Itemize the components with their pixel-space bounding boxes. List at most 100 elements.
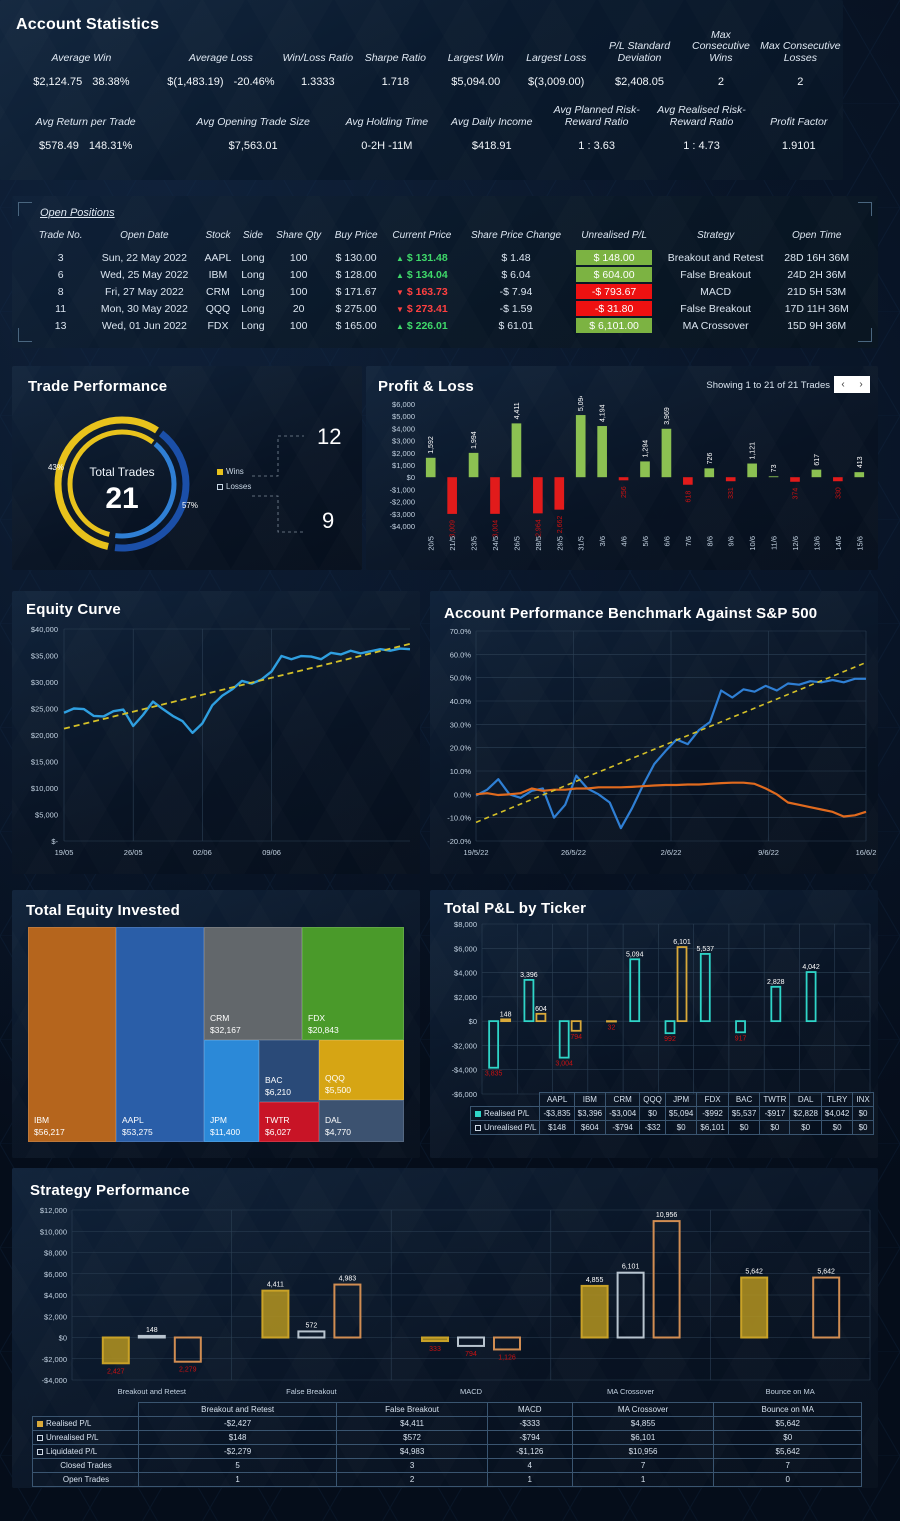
treemap-cell-jpm[interactable]: JPM $11,400: [204, 1040, 259, 1142]
x-tick-label: 15/6: [855, 536, 864, 551]
y-tick-label: $10,000: [40, 1227, 67, 1236]
table-row[interactable]: 11 Mon, 30 May 2022 QQQ Long 20 $ 275.00 ▼ $ 2…: [32, 300, 858, 317]
stat-cell-sharpe-ratio: Sharpe Ratio 1.718: [357, 40, 435, 88]
equity-curve-chart[interactable]: $40,000 $35,000 $30,000 $25,000 $20,000 $15,0…: [12, 619, 420, 871]
table-row[interactable]: 13 Wed, 01 Jun 2022 FDX Long 100 $ 165.00 ▲ $ …: [32, 317, 858, 334]
strategy-performance-chart[interactable]: $12,000 $10,000 $8,000 $6,000 $4,000 $2,000 $0…: [12, 1200, 878, 1400]
treemap-cell-twtr[interactable]: TWTR $6,027: [259, 1102, 319, 1142]
table-cell: $0: [713, 1430, 862, 1445]
bar-value-label: 4,411: [267, 1282, 284, 1289]
bar[interactable]: [447, 477, 457, 514]
bar[interactable]: [457, 1336, 485, 1347]
bar[interactable]: [725, 477, 736, 482]
bar[interactable]: [511, 423, 522, 478]
bar[interactable]: [676, 946, 688, 1023]
bar[interactable]: [616, 1271, 645, 1339]
bar[interactable]: [735, 1020, 746, 1034]
column-header: Unrealised P/L: [581, 230, 647, 241]
bar[interactable]: [740, 1276, 769, 1339]
treemap-cell-qqq[interactable]: QQQ $5,500: [319, 1040, 404, 1100]
bar[interactable]: [833, 477, 843, 482]
table-cell: -$2,427: [137, 1416, 338, 1431]
pager-prev-button[interactable]: ‹: [834, 376, 852, 393]
legend-item-wins[interactable]: Wins: [217, 467, 251, 476]
bar[interactable]: [683, 477, 693, 485]
bar[interactable]: [812, 1276, 841, 1339]
bar[interactable]: [854, 472, 865, 478]
bar[interactable]: [173, 1336, 202, 1363]
bar-value-label: 5,642: [745, 1269, 763, 1276]
bar[interactable]: [597, 426, 607, 478]
trade-performance-donut[interactable]: 43% 57% Total Trades 21: [42, 404, 202, 564]
cell-trade-no: 11: [55, 302, 67, 315]
bar[interactable]: [770, 985, 782, 1023]
row-header: Unrealised P/L: [32, 1430, 139, 1445]
treemap-cell-crm[interactable]: CRM $32,167: [204, 927, 302, 1040]
ticker-column-header: FDX: [696, 1092, 729, 1107]
table-row[interactable]: 8 Fri, 27 May 2022 CRM Long 100 $ 171.67 ▼ $ 1…: [32, 283, 858, 300]
bar[interactable]: [790, 477, 800, 482]
bar[interactable]: [811, 469, 822, 478]
bar[interactable]: [333, 1283, 362, 1339]
bar[interactable]: [699, 953, 711, 1023]
bar[interactable]: [101, 1336, 130, 1365]
bar[interactable]: [580, 1284, 609, 1339]
table-cell: $10,956: [571, 1444, 715, 1459]
treemap-cell-fdx[interactable]: FDX $20,843: [302, 927, 404, 1040]
bar[interactable]: [570, 1020, 582, 1032]
arrow-down-icon: ▼: [396, 287, 404, 297]
stat-label: Avg Opening Trade Size: [196, 115, 310, 128]
bar[interactable]: [468, 452, 479, 478]
bar[interactable]: [261, 1289, 290, 1339]
y-tick-label: 60.0%: [450, 650, 472, 659]
bar[interactable]: [425, 457, 436, 478]
bar[interactable]: [490, 477, 500, 514]
legend-item-losses[interactable]: Losses: [217, 482, 251, 491]
bar-value-label: 148: [500, 1011, 512, 1018]
profit-loss-pager[interactable]: ‹ ›: [834, 376, 870, 393]
bar[interactable]: [768, 476, 779, 478]
pager-next-button[interactable]: ›: [852, 376, 870, 393]
bar[interactable]: [488, 1020, 500, 1069]
treemap-cell-bac[interactable]: BAC $6,210: [259, 1040, 319, 1102]
cell-open-date: Wed, 01 Jun 2022: [101, 319, 187, 332]
treemap-cell-ibm[interactable]: IBM $56,217: [28, 927, 116, 1142]
table-cell: 7: [571, 1458, 715, 1473]
treemap-chart[interactable]: IBM $56,217 AAPL $53,275 CRM $32,167 FDX $20,84…: [28, 927, 404, 1142]
bar[interactable]: [575, 415, 586, 478]
bar[interactable]: [500, 1018, 512, 1023]
treemap-cell-aapl[interactable]: AAPL $53,275: [116, 927, 204, 1142]
bar[interactable]: [554, 477, 565, 510]
bar[interactable]: [652, 1220, 681, 1339]
table-row[interactable]: 3 Sun, 22 May 2022 AAPL Long 100 $ 130.00 ▲ $ …: [32, 249, 858, 266]
bar[interactable]: [533, 477, 543, 514]
trade-performance-title: Trade Performance: [28, 378, 168, 395]
bar[interactable]: [704, 468, 715, 478]
table-row: Unrealised P/L $148 $572 -$794 $6,101 $0: [32, 1430, 862, 1445]
bar[interactable]: [640, 461, 650, 478]
bar[interactable]: [137, 1334, 166, 1339]
bar-value-label: 2,279: [179, 1367, 197, 1374]
bar[interactable]: [661, 428, 672, 478]
profit-loss-bar-chart[interactable]: $6,000 $5,000 $4,000 $3,000 $2,000 $1,000 $0 -$…: [366, 396, 878, 570]
bar[interactable]: [297, 1330, 326, 1339]
treemap-cell-dal[interactable]: DAL $4,770: [319, 1100, 404, 1142]
wins-count: 12: [317, 424, 342, 449]
bar[interactable]: [493, 1336, 521, 1351]
ticker-column-header: TLRY: [820, 1092, 854, 1107]
y-tick-label: -20.0%: [447, 837, 471, 846]
bar[interactable]: [618, 477, 629, 481]
bar[interactable]: [523, 979, 535, 1023]
stat-values: $7,563.01: [171, 140, 335, 152]
bar[interactable]: [535, 1012, 547, 1023]
bar[interactable]: [629, 958, 641, 1023]
cell-share-qty: 20: [292, 302, 305, 315]
ticker-pl-chart[interactable]: $8,000 $6,000 $4,000 $2,000 $0 -$2,000 -$4,000…: [430, 916, 878, 1112]
bar[interactable]: [747, 463, 757, 478]
bar[interactable]: [421, 1336, 449, 1343]
y-tick-label: $4,000: [454, 969, 477, 978]
benchmark-chart[interactable]: 70.0% 60.0% 50.0% 40.0% 30.0% 20.0% 10.0% 0.0% -…: [430, 623, 878, 871]
bar[interactable]: [558, 1020, 570, 1059]
bar[interactable]: [664, 1020, 676, 1035]
table-row[interactable]: 6 Wed, 25 May 2022 IBM Long 100 $ 128.00 ▲ $ 1…: [32, 266, 858, 283]
